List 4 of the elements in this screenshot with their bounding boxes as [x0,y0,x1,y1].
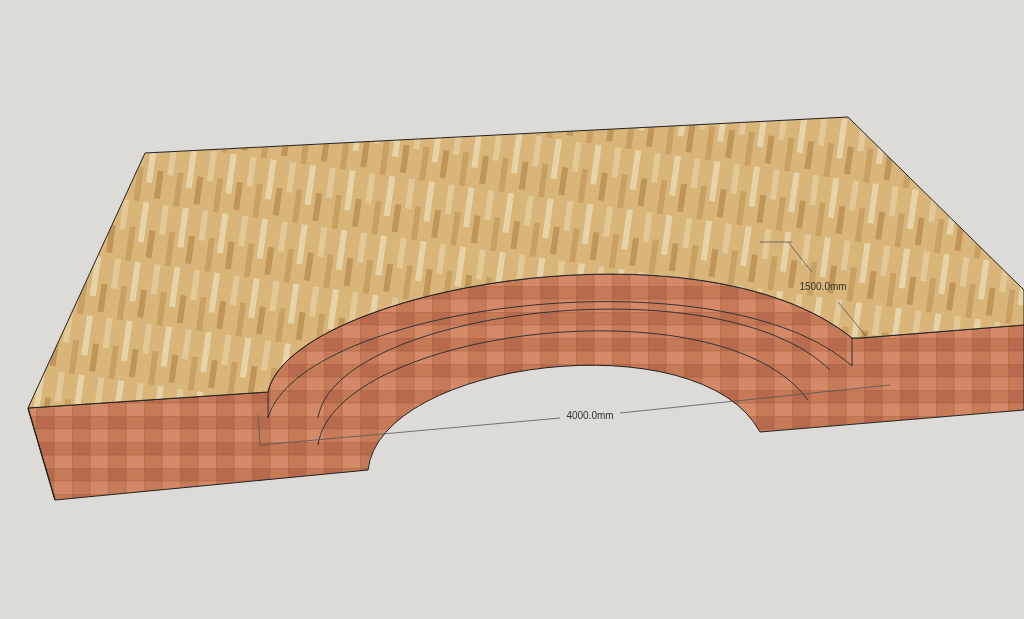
dimension-label: 4000.0mm [566,410,614,421]
dimension-line[interactable] [759,241,867,337]
dimension-label: 1500.0mm [799,281,847,292]
dimension-line[interactable] [257,384,891,446]
